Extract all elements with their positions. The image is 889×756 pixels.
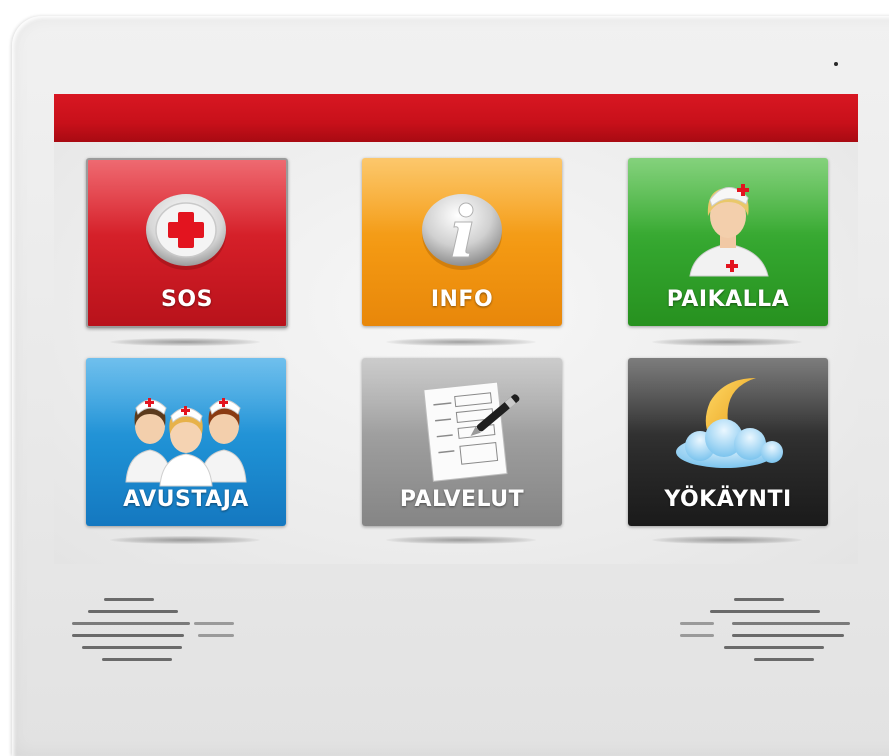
document-pen-icon	[423, 381, 520, 482]
sos-label: SOS	[161, 287, 213, 312]
paikalla-label: PAIKALLA	[666, 287, 790, 312]
info-button[interactable]: INFO	[362, 158, 562, 326]
avustaja-button[interactable]: AVUSTAJA	[86, 358, 286, 526]
info-icon	[422, 194, 502, 270]
tile-shadow	[110, 536, 260, 544]
sos-button[interactable]: SOS	[86, 158, 288, 328]
tile-shadow	[652, 536, 802, 544]
red-cross-icon	[146, 194, 226, 270]
title-bar	[54, 94, 858, 142]
camera-lens	[834, 62, 838, 66]
tile-shadow	[386, 338, 536, 346]
tile-shadow	[386, 536, 536, 544]
moon-cloud-icon	[676, 378, 783, 468]
avustaja-label: AVUSTAJA	[123, 487, 249, 512]
yokaynti-button[interactable]: YÖKÄYNTI	[628, 358, 828, 526]
palvelut-button[interactable]: PALVELUT	[362, 358, 562, 526]
yokaynti-label: YÖKÄYNTI	[664, 487, 792, 512]
speaker-grille-right	[680, 596, 860, 676]
nurse-icon	[689, 184, 769, 277]
nurses-group-icon	[125, 398, 247, 487]
tile-shadow	[110, 338, 260, 346]
tile-shadow	[652, 338, 802, 346]
speaker-grille-left	[68, 596, 248, 676]
paikalla-button[interactable]: PAIKALLA	[628, 158, 828, 326]
touch-screen: SOS INFO PAIKALLA AVUSTAJA PALVELUT YÖKÄ…	[54, 94, 858, 564]
palvelut-label: PALVELUT	[399, 487, 525, 512]
info-label: INFO	[430, 287, 494, 312]
